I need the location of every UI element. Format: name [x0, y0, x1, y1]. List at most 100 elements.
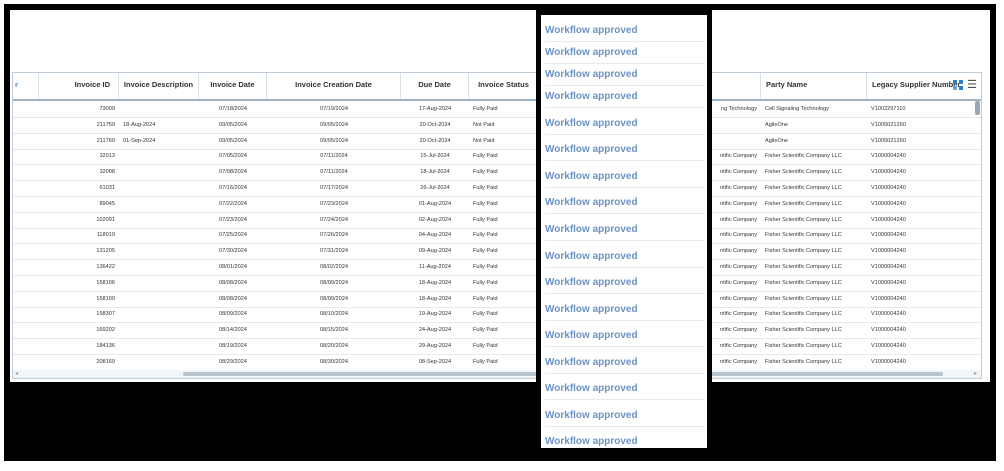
workflow-status-item: Workflow approved — [545, 220, 705, 241]
col-header-invoice-date[interactable]: Invoice Date — [199, 73, 267, 99]
cell-invoice-id: 89045 — [99, 200, 115, 207]
cell-due-date: 17-Aug-2024 — [418, 106, 452, 112]
cell-invoice-date: 07/16/2024 — [219, 185, 247, 191]
workflow-status-item: Workflow approved — [545, 114, 705, 135]
cell-invoice-creation-date: 07/11/2024 — [320, 153, 348, 160]
cell-due-date: 09-Aug-2024 — [418, 248, 452, 255]
cell-invoice-creation-date: 07/23/2024 — [320, 200, 348, 207]
cell-party-name: Fisher Scientific Company LLC — [765, 200, 842, 207]
cell-invoice-id: 169202 — [96, 327, 115, 334]
col-header-invoice-description[interactable]: Invoice Description — [119, 73, 199, 99]
table-row[interactable]: 158100 08/08/2024 08/09/2024 18-Aug-2024 Ful… — [13, 291, 981, 308]
workflow-status-item: Workflow approved — [545, 247, 705, 268]
workflow-status-item: Workflow approved — [545, 353, 705, 374]
cell-invoice-description — [119, 180, 199, 196]
cell-due-date: 18-Jul-2024 — [420, 169, 450, 176]
col-header-due-date[interactable]: Due Date — [401, 73, 469, 99]
cell-legacy-supplier-number: V1000004240 — [871, 343, 906, 349]
table-row[interactable]: 118019 07/25/2024 07/26/2024 04-Aug-2024 Ful… — [13, 227, 981, 245]
cell-invoice-status: Fully Paid — [473, 169, 498, 176]
cell-invoice-description — [119, 275, 199, 291]
cell-due-date: 01-Aug-2024 — [418, 200, 452, 207]
col-header-invoice-id[interactable]: Invoice ID — [39, 73, 119, 99]
col-header-invoice-status[interactable]: Invoice Status — [469, 73, 539, 99]
table-row[interactable]: 208169 08/29/2024 08/30/2024 08-Sep-2024 Ful… — [13, 354, 981, 371]
cell-invoice-description: 01-Sep-2024 — [123, 137, 156, 144]
cell-due-date: 11-Aug-2024 — [419, 264, 451, 270]
cell-invoice-creation-date: 08/02/2024 — [320, 264, 348, 270]
cell-invoice-status: Fully Paid — [473, 311, 498, 318]
cell-invoice-status: Fully Paid — [473, 200, 498, 207]
cell-invoice-status: Fully Paid — [473, 264, 498, 270]
cell-due-date: 18-Aug-2024 — [418, 295, 452, 302]
table-row[interactable]: 32008 07/08/2024 07/11/2024 18-Jul-2024 Full… — [13, 164, 981, 182]
cell-party-name: Fisher Scientific Company LLC — [765, 232, 842, 239]
cell-invoice-date: 08/14/2024 — [219, 327, 247, 334]
cell-party-name: Fisher Scientific Company LLC — [765, 185, 842, 191]
cell-invoice-creation-date: 07/11/2024 — [320, 169, 348, 176]
cell-invoice-status: Fully Paid — [473, 185, 498, 191]
cell-invoice-id: 158307 — [96, 311, 115, 318]
scroll-right-arrow-icon[interactable]: ▸ — [974, 370, 977, 377]
table-row[interactable]: 169202 08/14/2024 08/15/2024 24-Aug-2024 Ful… — [13, 322, 981, 340]
cell-party-name: AgileOne — [765, 137, 789, 144]
cell-invoice-creation-date: 08/10/2024 — [320, 311, 348, 318]
table-row[interactable]: 211760 01-Sep-2024 09/05/2024 09/05/2024 20-… — [13, 133, 981, 150]
grid-header: r Invoice ID Invoice Description Invoice… — [13, 73, 981, 101]
cell-due-date: 15-Jul-2024 — [420, 153, 450, 160]
cell-legacy-supplier-number: V1000004240 — [871, 279, 906, 286]
table-row[interactable]: 89045 07/22/2024 07/23/2024 01-Aug-2024 Full… — [13, 196, 981, 213]
table-row[interactable]: 158106 08/08/2024 08/09/2024 18-Aug-2024 Ful… — [13, 275, 981, 292]
table-row[interactable]: 184136 08/19/2024 08/20/2024 29-Aug-2024 Ful… — [13, 338, 981, 355]
table-row[interactable]: 136422 08/01/2024 08/02/2024 11-Aug-2024 Ful… — [13, 259, 981, 276]
cell-party-name: Fisher Scientific Company LLC — [765, 153, 842, 160]
cell-party-name: Fisher Scientific Company LLC — [765, 279, 842, 286]
cell-invoice-creation-date: 08/09/2024 — [320, 295, 348, 302]
col-header-invoice-creation-date[interactable]: Invoice Creation Date — [267, 73, 401, 99]
table-row[interactable]: 158307 08/09/2024 08/10/2024 19-Aug-2024 Ful… — [13, 306, 981, 324]
col-header-partial[interactable]: r — [13, 73, 39, 99]
cell-invoice-description — [119, 291, 199, 307]
cell-invoice-id: 61031 — [99, 185, 115, 191]
cell-invoice-description — [119, 322, 199, 338]
cell-invoice-id: 184136 — [96, 343, 115, 349]
cell-due-date: 19-Aug-2024 — [418, 311, 452, 318]
table-row[interactable]: 32013 07/05/2024 07/11/2024 15-Jul-2024 Full… — [13, 148, 981, 166]
cell-invoice-description — [119, 306, 199, 322]
col-header-legacy-supplier-number[interactable]: Legacy Supplier Number — [867, 73, 981, 99]
cell-legacy-supplier-number: V1000004240 — [871, 264, 906, 270]
workflow-status-item: Workflow approved — [545, 140, 705, 161]
cell-invoice-date: 08/09/2024 — [219, 311, 247, 318]
cell-invoice-status: Fully Paid — [473, 232, 498, 239]
col-header-party-name[interactable]: Party Name — [761, 73, 867, 99]
cell-invoice-date: 09/05/2024 — [219, 137, 247, 144]
cell-invoice-id: 158100 — [96, 295, 115, 302]
cell-invoice-description: 18-Aug-2024 — [123, 121, 156, 128]
hamburger-menu-icon[interactable]: ☰ — [967, 79, 977, 91]
table-row[interactable]: 102091 07/23/2024 07/24/2024 02-Aug-2024 Ful… — [13, 212, 981, 229]
bottom-black-band — [10, 382, 990, 455]
cell-invoice-status: Fully Paid — [473, 343, 498, 349]
table-row[interactable]: 61031 07/16/2024 07/17/2024 26-Jul-2024 Full… — [13, 180, 981, 197]
scroll-left-arrow-icon[interactable]: ◂ — [15, 370, 18, 377]
table-row[interactable]: 73009 07/18/2024 07/19/2024 17-Aug-2024 Full… — [13, 101, 981, 118]
cell-due-date: 24-Aug-2024 — [418, 327, 452, 334]
horizontal-scrollbar[interactable]: ◂ ▸ — [13, 370, 981, 378]
cell-legacy-supplier-number: V1000004240 — [871, 185, 906, 191]
cell-invoice-description — [119, 164, 199, 180]
cell-invoice-description — [119, 354, 199, 370]
cell-invoice-status: Fully Paid — [473, 106, 498, 112]
cell-invoice-date: 07/18/2024 — [219, 106, 247, 112]
cell-invoice-creation-date: 08/15/2024 — [320, 327, 348, 334]
cell-legacy-supplier-number: V1000004240 — [871, 216, 906, 223]
cell-legacy-supplier-number: V1000004240 — [871, 358, 906, 365]
cell-invoice-id: 32008 — [99, 169, 115, 176]
cell-invoice-date: 07/30/2024 — [219, 248, 247, 255]
cell-invoice-creation-date: 09/05/2024 — [320, 137, 348, 144]
table-row[interactable]: 211759 18-Aug-2024 09/05/2024 09/05/2024 20-… — [13, 117, 981, 134]
vertical-scrollbar[interactable] — [975, 101, 980, 361]
table-row[interactable]: 131205 07/30/2024 07/31/2024 09-Aug-2024 Ful… — [13, 243, 981, 261]
column-chooser-icon[interactable] — [953, 80, 963, 90]
cell-invoice-creation-date: 07/19/2024 — [320, 106, 348, 112]
cell-invoice-description — [119, 148, 199, 164]
